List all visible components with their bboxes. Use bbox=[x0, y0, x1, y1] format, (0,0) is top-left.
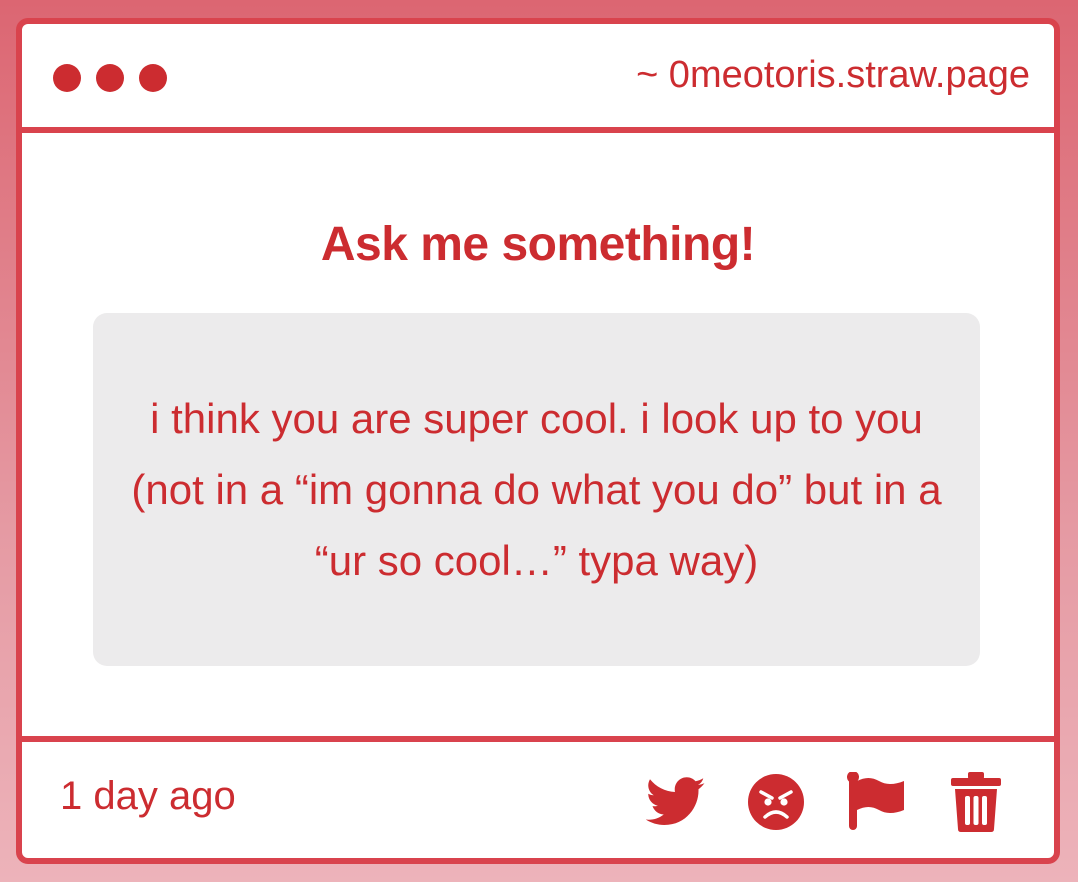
message-footer: 1 day ago bbox=[22, 736, 1054, 858]
main-content: Ask me something! i think you are super … bbox=[22, 133, 1054, 733]
react-angry-button[interactable] bbox=[744, 770, 808, 834]
angry-face-icon bbox=[748, 774, 804, 830]
report-button[interactable] bbox=[844, 770, 908, 834]
flag-icon bbox=[847, 772, 904, 830]
message-actions bbox=[644, 770, 1008, 834]
message-card: i think you are super cool. i look up to… bbox=[93, 313, 980, 666]
window-controls bbox=[53, 64, 167, 92]
message-timestamp: 1 day ago bbox=[60, 774, 236, 818]
window-dot-3[interactable] bbox=[139, 64, 167, 92]
window-dot-2[interactable] bbox=[96, 64, 124, 92]
trash-icon bbox=[951, 772, 1001, 832]
delete-button[interactable] bbox=[944, 770, 1008, 834]
twitter-icon bbox=[646, 777, 705, 825]
message-text: i think you are super cool. i look up to… bbox=[131, 395, 942, 584]
window-dot-1[interactable] bbox=[53, 64, 81, 92]
app-window: ~ 0meotoris.straw.page Ask me something!… bbox=[16, 18, 1060, 864]
page-url: ~ 0meotoris.straw.page bbox=[636, 54, 1030, 96]
title-bar: ~ 0meotoris.straw.page bbox=[22, 24, 1054, 133]
page-title: Ask me something! bbox=[320, 218, 756, 271]
share-twitter-button[interactable] bbox=[644, 770, 708, 834]
